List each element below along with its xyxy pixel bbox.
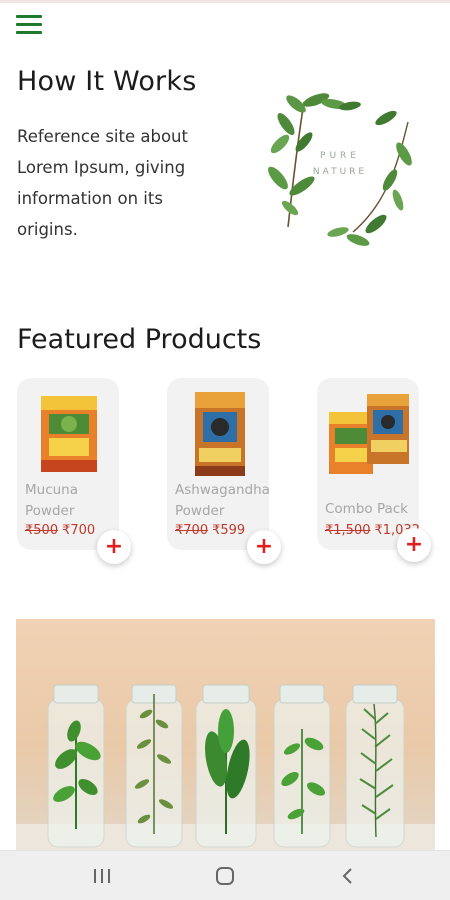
hamburger-menu-icon[interactable]: [16, 15, 42, 37]
product-name: Combo Pack: [325, 501, 409, 517]
old-price: ₹500: [25, 523, 59, 538]
jar-5: [345, 684, 405, 848]
add-to-cart-button[interactable]: +: [397, 528, 431, 562]
jar-2: [125, 684, 183, 848]
pure-nature-logo: PURE NATURE: [268, 93, 412, 246]
herb-jars-banner: [16, 619, 435, 850]
product-image: [329, 394, 409, 474]
product-name: Ashwagandha Powder: [175, 482, 269, 519]
jar-4: [273, 684, 331, 848]
add-to-cart-button[interactable]: +: [247, 530, 281, 564]
product-name: Mucuna Powder: [25, 482, 79, 519]
system-navigation-bar: [0, 850, 450, 900]
add-to-cart-button[interactable]: +: [97, 530, 131, 564]
product-card[interactable]: Ashwagandha Powder ₹700 ₹599: [167, 378, 269, 550]
product-card[interactable]: Mucuna Powder ₹500 ₹700: [17, 378, 119, 550]
plus-icon: +: [104, 534, 124, 559]
new-price: ₹599: [212, 523, 246, 538]
logo-line2: NATURE: [313, 167, 367, 177]
status-bar-edge: [0, 0, 450, 3]
how-it-works-description: Reference site about Lorem Ipsum, giving…: [17, 127, 188, 239]
back-icon[interactable]: [318, 856, 378, 896]
recents-icon[interactable]: [72, 856, 132, 896]
old-price: ₹1,500: [325, 523, 371, 538]
plus-icon: +: [254, 534, 274, 559]
home-icon[interactable]: [195, 856, 255, 896]
featured-products-title: Featured Products: [17, 324, 262, 355]
new-price: ₹700: [62, 523, 96, 538]
product-card[interactable]: Combo Pack ₹1,500 ₹1,032: [317, 378, 420, 550]
plus-icon: +: [404, 532, 424, 557]
product-price: ₹700 ₹599: [175, 523, 245, 538]
old-price: ₹700: [175, 523, 209, 538]
jar-3: [195, 684, 257, 848]
how-it-works-title: How It Works: [17, 66, 197, 97]
jar-1: [47, 684, 105, 848]
product-image: [195, 392, 245, 476]
product-image: [41, 396, 97, 472]
logo-line1: PURE: [320, 151, 360, 161]
product-price: ₹500 ₹700: [25, 523, 95, 538]
